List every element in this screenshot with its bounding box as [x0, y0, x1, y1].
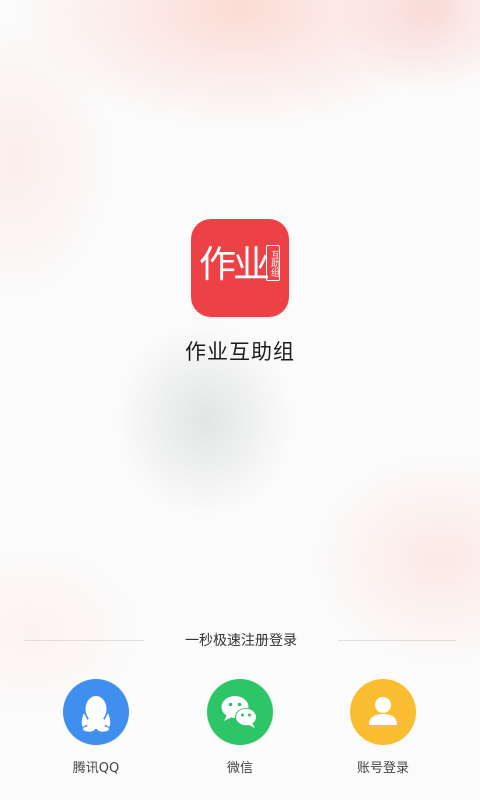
app-logo: 作业 互助组	[191, 219, 289, 317]
logo-text: 作业	[199, 243, 270, 286]
qq-login-label: 腾讯QQ	[72, 761, 120, 776]
divider-right	[338, 640, 456, 641]
account-icon[interactable]	[350, 679, 416, 745]
wechat-icon[interactable]	[207, 679, 273, 745]
account-login-label: 账号登录	[356, 761, 409, 776]
wechat-login-button[interactable]: 微信	[190, 679, 290, 779]
qq-icon[interactable]	[63, 679, 129, 745]
quick-register-label: 一秒极速注册登录	[185, 633, 297, 649]
account-login-button[interactable]: 账号登录	[333, 679, 433, 779]
qq-login-button[interactable]: 腾讯QQ	[46, 679, 146, 779]
divider-left	[24, 640, 144, 641]
logo-tag: 互助组	[266, 245, 280, 281]
app-name: 作业互助组	[185, 340, 295, 364]
wechat-login-label: 微信	[226, 761, 253, 776]
